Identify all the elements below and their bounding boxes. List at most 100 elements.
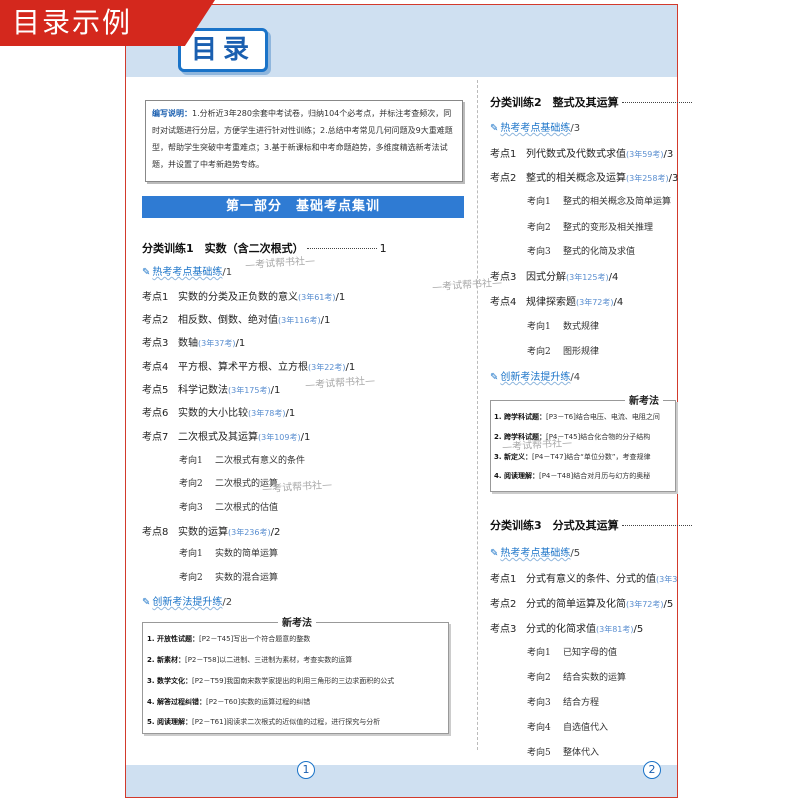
new-method-line: 1. 开放性试题：[P2－T45]写出一个符合题意的整数 <box>147 634 310 644</box>
kp-page: /1 <box>345 362 356 373</box>
kp-title: 分式有意义的条件、分式的值 <box>526 574 656 585</box>
innov-page: /4 <box>570 372 581 383</box>
kx-item[interactable]: 考向1 数式规律 <box>527 319 599 332</box>
line-key: 1. 跨学科试题： <box>494 413 546 421</box>
kp-page: /5 <box>633 624 644 635</box>
kx-item[interactable]: 考向1 实数的简单运算 <box>179 546 278 559</box>
hot-practice-page: /3 <box>570 123 581 134</box>
kp-page: /4 <box>608 272 619 283</box>
hot-practice-1[interactable]: ✎ 热考考点基础练/1 <box>142 263 232 278</box>
section-1-heading[interactable]: 分类训练1 实数（含二次根式） 1 <box>142 240 387 256</box>
section-1-page: 1 <box>379 242 387 255</box>
kp-page: /2 <box>270 527 281 538</box>
kp-page: /1 <box>300 432 311 443</box>
line-key: 4. 解答过程纠错： <box>147 698 206 706</box>
kp-item[interactable]: 考点3 分式的化简求值(3年81考)/5 <box>490 620 643 635</box>
kp-num: 考点4 <box>490 297 517 308</box>
innov-page: /2 <box>222 597 233 608</box>
kp-num: 考点2 <box>490 173 517 184</box>
line-key: 4. 阅读理解： <box>494 472 539 480</box>
kx-item[interactable]: 考向1 已知字母的值 <box>527 645 617 658</box>
kp-item[interactable]: 考点1 列代数式及代数式求值(3年59考)/3 <box>490 145 673 160</box>
line-value: [P2－T59]我国南宋数学家提出的利用三角形的三边求面积的公式 <box>191 677 395 685</box>
kx-label: 考向5 <box>527 748 551 758</box>
kx-item[interactable]: 考向2 图形规律 <box>527 344 599 357</box>
kp-item[interactable]: 考点1 实数的分类及正负数的意义(3年61考)/1 <box>142 288 345 303</box>
note-text: 1.分析近3年280余套中考试卷，归纳104个必考点，并标注考查频次，同时对试题… <box>152 109 453 169</box>
pencil-icon: ✎ <box>490 123 499 134</box>
kp-num: 考点2 <box>142 315 169 326</box>
kp-title: 二次根式及其运算 <box>178 432 258 443</box>
kx-item[interactable]: 考向4 自选值代入 <box>527 720 608 733</box>
kp-item[interactable]: 考点8 实数的运算(3年236考)/2 <box>142 523 280 538</box>
kx-label: 考向2 <box>179 573 203 583</box>
new-methods-title: 新考法 <box>278 614 316 629</box>
kp-count: (3年72考) <box>576 298 614 307</box>
hot-practice-3[interactable]: ✎ 热考考点基础练/5 <box>490 544 580 559</box>
kp-item[interactable]: 考点7 二次根式及其运算(3年109考)/1 <box>142 428 310 443</box>
kp-item[interactable]: 考点3 数轴(3年37考)/1 <box>142 334 245 349</box>
hot-practice-2[interactable]: ✎ 热考考点基础练/3 <box>490 119 580 134</box>
kp-item[interactable]: 考点4 规律探索题(3年72考)/4 <box>490 293 623 308</box>
note-label: 编写说明： <box>152 109 192 118</box>
kx-label: 考向3 <box>527 247 551 257</box>
kx-text: 实数的简单运算 <box>215 549 279 559</box>
kx-item[interactable]: 考向5 整体代入 <box>527 745 599 758</box>
kp-title: 列代数式及代数式求值 <box>526 149 626 160</box>
kx-label: 考向2 <box>527 347 551 357</box>
kp-item[interactable]: 考点4 平方根、算术平方根、立方根(3年22考)/1 <box>142 358 355 373</box>
example-tag: 目录示例 <box>0 0 215 46</box>
kx-label: 考向1 <box>527 322 551 332</box>
section-3-heading[interactable]: 分类训练3 分式及其运算 <box>490 517 695 533</box>
section-2-title: 分类训练2 整式及其运算 <box>490 96 619 109</box>
kx-label: 考向2 <box>527 223 551 233</box>
section-3-title: 分类训练3 分式及其运算 <box>490 519 619 532</box>
kx-text: 整体代入 <box>563 748 600 758</box>
kp-item[interactable]: 考点3 因式分解(3年125考)/4 <box>490 268 618 283</box>
innovative-practice-2[interactable]: ✎ 创新考法提升练/4 <box>490 368 580 383</box>
kp-num: 考点5 <box>142 385 169 396</box>
kp-title: 实数的运算 <box>178 527 228 538</box>
new-method-line: 2. 新素材：[P2－T58]以二进制、三进制为素材，考查实数的运算 <box>147 655 352 665</box>
innovative-practice-1[interactable]: ✎ 创新考法提升练/2 <box>142 593 232 608</box>
kp-title: 整式的相关概念及运算 <box>526 173 626 184</box>
kp-item[interactable]: 考点1 分式有意义的条件、分式的值(3年3 <box>490 570 677 585</box>
kx-item[interactable]: 考向1 二次根式有意义的条件 <box>179 453 305 466</box>
kx-item[interactable]: 考向3 整式的化简及求值 <box>527 244 635 257</box>
new-method-line: 5. 阅读理解：[P2－T61]阅读求二次根式的近似值的过程，进行探究与分析 <box>147 717 380 727</box>
kx-item[interactable]: 考向2 结合实数的运算 <box>527 670 626 683</box>
line-value: [P4－T47]结合“单位分数”，考查规律 <box>531 453 651 461</box>
kp-num: 考点3 <box>142 338 169 349</box>
kx-item[interactable]: 考向2 实数的混合运算 <box>179 570 278 583</box>
kp-item[interactable]: 考点2 分式的简单运算及化简(3年72考)/5 <box>490 595 673 610</box>
kp-count: (3年116考) <box>278 316 321 325</box>
section-2-heading[interactable]: 分类训练2 整式及其运算 <box>490 94 695 110</box>
kp-item[interactable]: 考点2 整式的相关概念及运算(3年258考)/3 <box>490 169 678 184</box>
kp-title: 科学记数法 <box>178 385 228 396</box>
kp-page: /3 <box>663 149 674 160</box>
hot-practice-label: 热考考点基础练 <box>500 548 571 559</box>
innov-label: 创新考法提升练 <box>152 597 223 608</box>
kx-item[interactable]: 考向3 结合方程 <box>527 695 599 708</box>
kp-count: (3年3 <box>656 575 678 584</box>
kp-item[interactable]: 考点5 科学记数法(3年175考)/1 <box>142 381 280 396</box>
kx-label: 考向2 <box>527 673 551 683</box>
line-value: [P3－T6]结合电压、电流、电阻之间 <box>545 413 660 421</box>
kp-item[interactable]: 考点2 相反数、倒数、绝对值(3年116考)/1 <box>142 311 330 326</box>
line-key: 3. 数学文化： <box>147 677 192 685</box>
leader-dots <box>306 248 377 249</box>
leader-dots <box>621 525 692 526</box>
line-value: [P2－T58]以二进制、三进制为素材，考查实数的运算 <box>184 656 353 664</box>
innov-label: 创新考法提升练 <box>500 372 571 383</box>
page-title-text: 目录 <box>190 35 255 65</box>
kx-item[interactable]: 考向1 整式的相关概念及简单运算 <box>527 194 671 207</box>
kx-item[interactable]: 考向3 二次根式的估值 <box>179 500 278 513</box>
kx-item[interactable]: 考向2 整式的变形及相关推理 <box>527 220 653 233</box>
page-number-right: 2 <box>643 761 661 779</box>
kp-count: (3年72考) <box>626 600 664 609</box>
kp-count: (3年81考) <box>596 625 634 634</box>
kp-count: (3年175考) <box>228 386 271 395</box>
pencil-icon: ✎ <box>490 372 499 383</box>
kp-item[interactable]: 考点6 实数的大小比较(3年78考)/1 <box>142 404 295 419</box>
line-key: 2. 新素材： <box>147 656 185 664</box>
